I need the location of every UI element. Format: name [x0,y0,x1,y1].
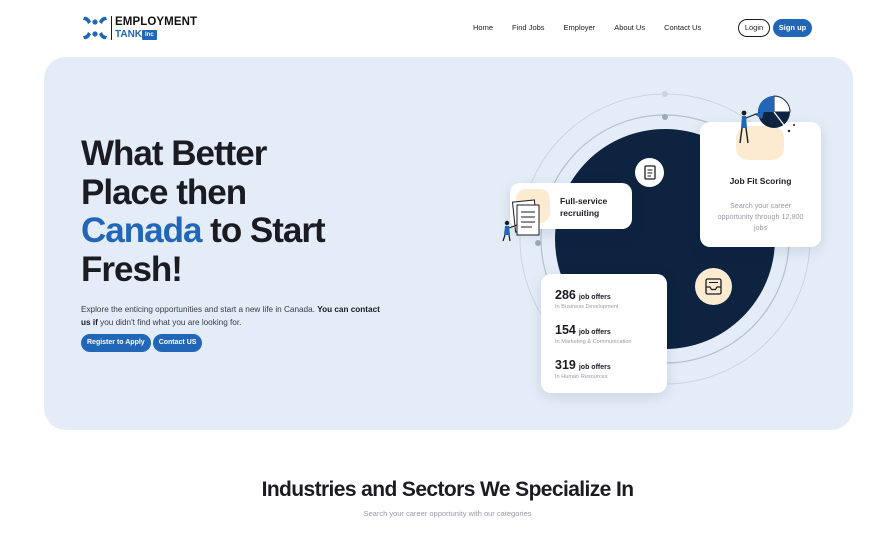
industries-section-subtitle: Search your career opportunity with our … [363,509,532,518]
logo-text-employment: EMPLOYMENT [115,16,198,28]
job-category: In Human Resources [555,374,608,380]
job-stat-hr: 319 job offers In Human Resources [555,356,611,380]
contact-us-button[interactable]: Contact US [152,334,203,352]
logo-divider [111,16,112,40]
register-to-apply-button[interactable]: Register to Apply [81,334,151,352]
nav-about-us[interactable]: About Us [614,23,645,32]
job-fit-title: Job Fit Scoring [729,176,792,186]
nav-contact-us[interactable]: Contact Us [664,23,701,32]
login-button[interactable]: Login [738,19,770,37]
job-stat-business: 286 job offers In Business Development [555,286,618,310]
hero-section: Full-service recruiting Job Fit Scoring … [44,57,853,430]
job-category: In Business Development [555,304,619,310]
job-unit: job offers [578,329,611,336]
job-count: 154 [555,323,576,337]
full-service-label: Full-service recruiting [560,196,608,218]
hero-desc-text: Explore the enticing opportunities and s… [81,305,318,314]
nav-find-jobs[interactable]: Find Jobs [512,23,545,32]
job-category: In Marketing & Communication [555,339,632,345]
job-unit: job offers [578,364,611,371]
hero-title-line3: to Start [201,211,326,250]
nav-employer[interactable]: Employer [564,23,596,32]
hero-desc-rest: you didn't find what you are looking for… [97,318,242,327]
logo-mark-icon [83,16,107,40]
pie-chart-icon [739,95,795,144]
nav-home[interactable]: Home [473,23,493,32]
hero-title-line1: What Better [81,134,267,173]
industries-section-title: Industries and Sectors We Specialize In [261,478,634,501]
inbox-tray-icon [695,268,732,305]
job-stat-marketing: 154 job offers In Marketing & Communicati… [555,321,631,345]
main-nav: Home Find Jobs Employer About Us Contact… [473,23,720,32]
signup-button[interactable]: Sign up [773,19,812,37]
hero-title-line2: Place then [81,172,247,212]
hero-title-line4: Fresh! [81,249,183,289]
hero-title: What Better Place then Canada to Start F… [81,134,411,289]
job-fit-description: Search your career opportunity through 1… [717,201,804,232]
papers-person-icon [502,199,540,242]
document-icon [635,158,664,187]
job-count: 319 [555,358,576,372]
job-offers-card: 286 job offers In Business Development 15… [541,274,667,393]
hero-title-highlight: Canada [81,211,202,250]
job-unit: job offers [578,294,611,301]
brand-logo[interactable]: EMPLOYMENT TANK Inc [82,14,202,44]
site-header: EMPLOYMENT TANK Inc Home Find Jobs Emplo… [0,0,895,56]
logo-text-tank: TANK [115,29,143,40]
logo-badge: Inc [142,30,157,40]
job-count: 286 [555,288,576,302]
hero-actions: Register to Apply Contact US [81,334,203,352]
hero-description: Explore the enticing opportunities and s… [81,303,381,329]
